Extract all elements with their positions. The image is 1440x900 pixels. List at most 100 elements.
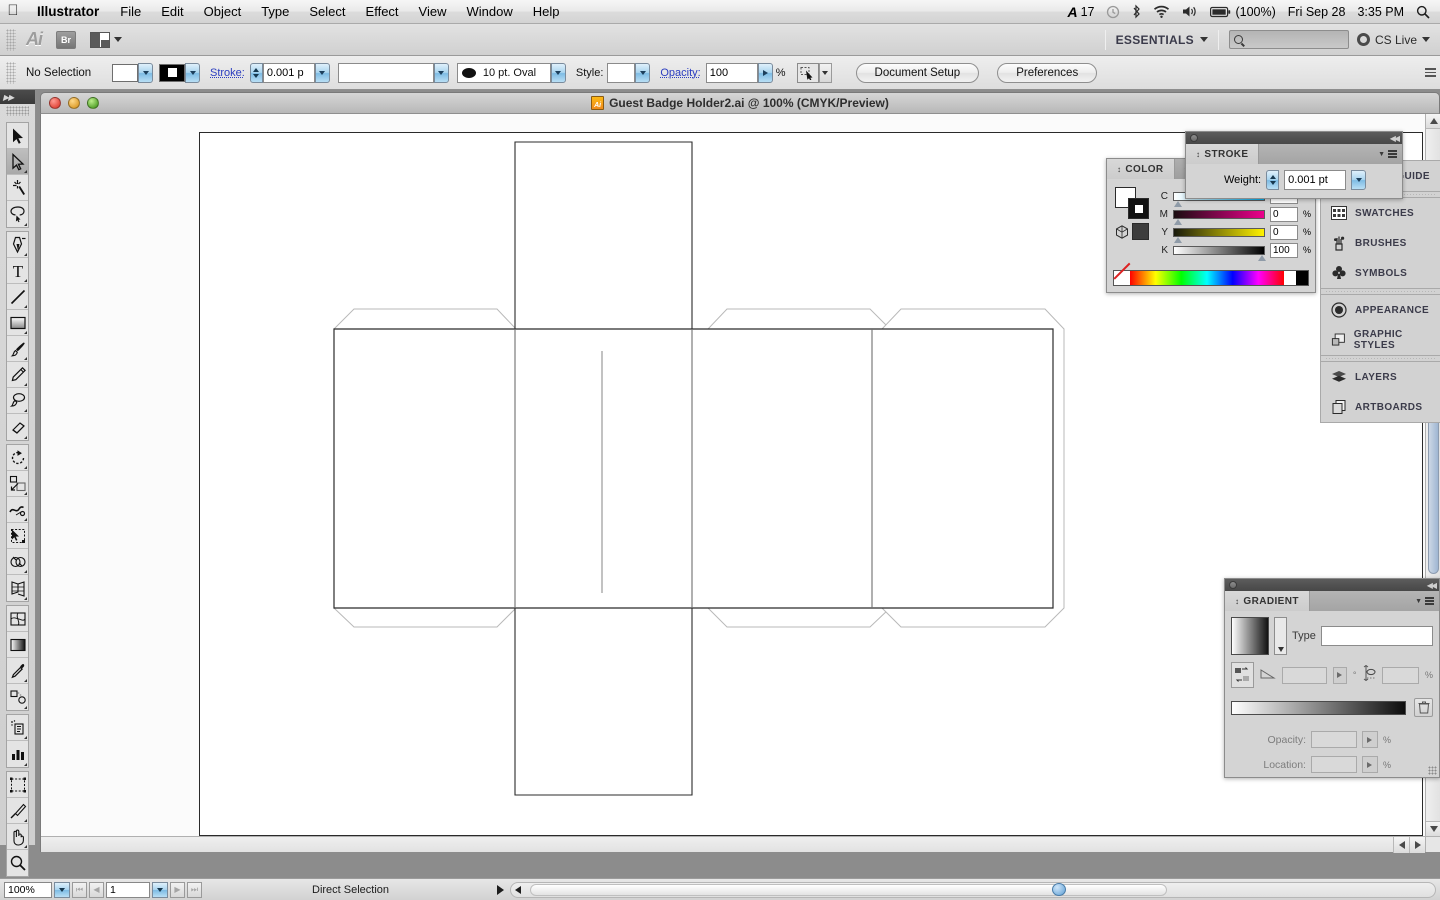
- reverse-gradient-button[interactable]: [1231, 662, 1254, 688]
- shape-builder-tool[interactable]: [7, 549, 28, 575]
- artboard-navigation-dropdown[interactable]: [152, 881, 168, 898]
- tab-gradient[interactable]: ↕ GRADIENT: [1225, 591, 1310, 611]
- eraser-tool[interactable]: [7, 414, 28, 440]
- menu-item-file[interactable]: File: [110, 4, 151, 19]
- dock-item-layers[interactable]: LAYERS: [1321, 362, 1440, 392]
- help-search-input[interactable]: [1228, 30, 1349, 49]
- white-swatch[interactable]: [1284, 271, 1296, 285]
- spotlight-search-icon[interactable]: [1410, 5, 1440, 19]
- spectrum-ramp[interactable]: [1130, 271, 1284, 285]
- status-menu-button[interactable]: [497, 884, 505, 895]
- blend-tool[interactable]: [7, 684, 28, 710]
- stroke-weight-dropdown-button[interactable]: [314, 62, 330, 83]
- stroke-panel-menu-button[interactable]: [1388, 150, 1397, 158]
- document-setup-button[interactable]: Document Setup: [855, 62, 980, 83]
- dock-item-symbols[interactable]: SYMBOLS: [1321, 258, 1440, 288]
- last-artboard-button[interactable]: ⏭: [187, 881, 202, 898]
- graphic-style-dropdown-button[interactable]: [635, 62, 651, 83]
- symbol-sprayer-tool[interactable]: [7, 715, 28, 741]
- variable-width-profile-value[interactable]: [337, 62, 434, 83]
- menu-item-edit[interactable]: Edit: [151, 4, 193, 19]
- gradient-presets-dropdown[interactable]: [1274, 617, 1287, 655]
- stroke-panel[interactable]: ◀◀ ↕ STROKE ▼ Weight: 0.001 pt: [1185, 131, 1403, 199]
- status-horizontal-scrollbar[interactable]: [510, 881, 1436, 898]
- column-graph-tool[interactable]: [7, 741, 28, 767]
- launch-bridge-button[interactable]: Br: [56, 30, 76, 49]
- brush-definition-dropdown-button[interactable]: [550, 62, 566, 83]
- menu-item-effect[interactable]: Effect: [356, 4, 409, 19]
- gradient-angle-popup[interactable]: [1332, 666, 1347, 684]
- gradient-slider[interactable]: [1231, 700, 1406, 715]
- scale-tool[interactable]: [7, 471, 28, 497]
- tab-color[interactable]: ↕ COLOR: [1107, 159, 1175, 179]
- status-scroll-ball[interactable]: [1051, 883, 1066, 896]
- stroke-weight-label[interactable]: Stroke:: [210, 67, 245, 79]
- gradient-tool[interactable]: [7, 632, 28, 658]
- gradient-type-select[interactable]: [1320, 626, 1433, 646]
- gradient-location-popup[interactable]: [1361, 756, 1378, 773]
- dock-item-artboards[interactable]: ARTBOARDS: [1321, 392, 1440, 422]
- cs-live-button[interactable]: CS Live: [1356, 33, 1430, 47]
- menu-item-view[interactable]: View: [409, 4, 457, 19]
- color-none-swatch[interactable]: [1132, 223, 1149, 240]
- document-title-bar[interactable]: Ai Guest Badge Holder2.ai @ 100% (CMYK/P…: [40, 92, 1440, 114]
- gradient-angle-input[interactable]: [1281, 666, 1327, 684]
- preferences-button[interactable]: Preferences: [997, 62, 1098, 83]
- time-machine-icon[interactable]: [1100, 5, 1126, 19]
- select-similar-button[interactable]: [796, 62, 819, 83]
- type-tool[interactable]: T: [7, 258, 28, 284]
- stroke-panel-grab-bar[interactable]: ◀◀: [1186, 132, 1402, 144]
- blob-brush-tool[interactable]: [7, 388, 28, 414]
- menu-item-window[interactable]: Window: [457, 4, 523, 19]
- delete-stop-button[interactable]: [1414, 698, 1433, 717]
- tools-panel-grip[interactable]: [6, 106, 29, 116]
- magic-wand-tool[interactable]: [7, 175, 28, 201]
- appbar-grip[interactable]: [6, 28, 16, 51]
- opacity-label[interactable]: Opacity:: [660, 67, 700, 79]
- gradient-panel-grab-bar[interactable]: ◀◀: [1225, 579, 1439, 591]
- gradient-opacity-input[interactable]: [1310, 731, 1357, 748]
- menu-item-select[interactable]: Select: [299, 4, 355, 19]
- hand-tool[interactable]: [7, 824, 28, 850]
- control-bar-menu-button[interactable]: [1425, 68, 1436, 77]
- magenta-slider[interactable]: [1173, 209, 1265, 225]
- lasso-tool[interactable]: [7, 201, 28, 227]
- graphic-style-control[interactable]: [607, 62, 651, 83]
- menu-item-type[interactable]: Type: [251, 4, 299, 19]
- gradient-opacity-popup[interactable]: [1361, 731, 1378, 748]
- color-fill-stroke-indicator[interactable]: [1115, 187, 1149, 219]
- line-segment-tool[interactable]: [7, 284, 28, 310]
- rectangle-tool[interactable]: [7, 310, 28, 336]
- first-artboard-button[interactable]: ⏮: [72, 881, 87, 898]
- gradient-panel-menu-button[interactable]: [1425, 597, 1434, 605]
- yellow-slider[interactable]: [1173, 227, 1265, 243]
- opacity-input[interactable]: 100: [705, 62, 758, 83]
- arrange-documents-button[interactable]: [90, 31, 122, 48]
- stroke-weight-panel-dropdown[interactable]: [1351, 170, 1367, 190]
- color-stroke-box[interactable]: [1128, 198, 1149, 219]
- scroll-left-button[interactable]: [1393, 837, 1409, 853]
- stroke-color-control[interactable]: [159, 62, 200, 83]
- scroll-down-button[interactable]: [1426, 821, 1440, 836]
- dock-item-swatches[interactable]: SWATCHES: [1321, 198, 1440, 228]
- mesh-tool[interactable]: [7, 606, 28, 632]
- canvas-horizontal-scrollbar[interactable]: [41, 836, 1425, 853]
- menu-item-object[interactable]: Object: [194, 4, 252, 19]
- gradient-aspect-input[interactable]: [1382, 666, 1419, 684]
- select-similar-control[interactable]: [796, 62, 832, 83]
- tab-stroke[interactable]: ↕ STROKE: [1186, 144, 1260, 164]
- black-swatch[interactable]: [1296, 271, 1308, 285]
- apple-menu-icon[interactable]: : [0, 3, 26, 20]
- volume-icon[interactable]: [1176, 5, 1204, 18]
- pencil-tool[interactable]: [7, 362, 28, 388]
- color-spectrum-bar[interactable]: [1113, 270, 1309, 286]
- opacity-popup-button[interactable]: [757, 62, 773, 83]
- pen-tool[interactable]: [7, 232, 28, 258]
- black-input[interactable]: 100: [1270, 242, 1298, 258]
- menubar-ai-status[interactable]: A 17: [1061, 4, 1100, 20]
- wifi-icon[interactable]: [1147, 5, 1176, 18]
- eyedropper-tool[interactable]: [7, 658, 28, 684]
- stroke-weight-panel-input[interactable]: 0.001 pt: [1284, 170, 1347, 190]
- scroll-up-button[interactable]: [1426, 114, 1440, 129]
- stroke-swatch[interactable]: [159, 63, 185, 82]
